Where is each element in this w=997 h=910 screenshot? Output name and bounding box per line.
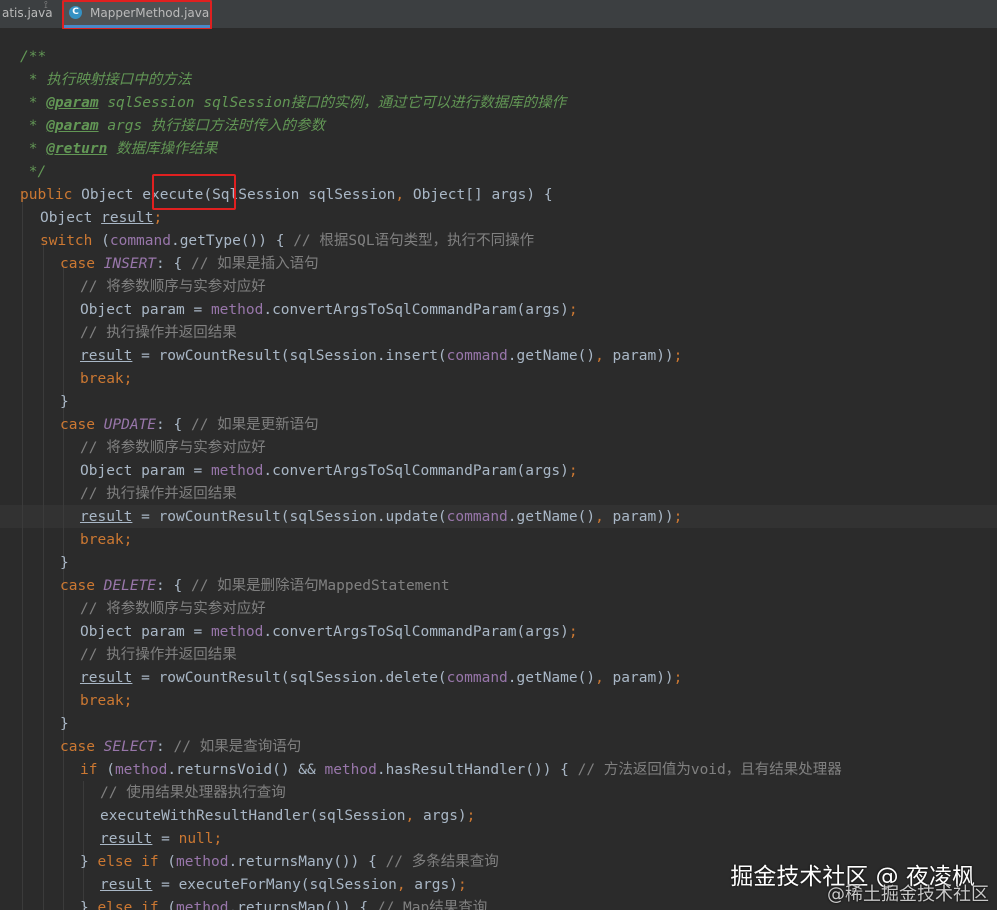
code-line: // 将参数顺序与实参对应好 (80, 601, 266, 617)
code-line: * @param sqlSession sqlSession接口的实例，通过它可… (20, 95, 567, 111)
code-line: } (60, 555, 69, 571)
code-line: break; (80, 532, 133, 548)
code-line: Object param = method.convertArgsToSqlCo… (80, 624, 578, 640)
code-line: * 执行映射接口中的方法 (20, 72, 192, 88)
code-line: case INSERT: { // 如果是插入语句 (60, 256, 319, 272)
indent-guide (43, 241, 44, 910)
code-line: case SELECT: // 如果是查询语句 (60, 739, 302, 755)
code-line: case UPDATE: { // 如果是更新语句 (60, 417, 319, 433)
annotation-highlight-box (152, 174, 236, 210)
code-line: * @return 数据库操作结果 (20, 141, 218, 157)
code-line: break; (80, 371, 133, 387)
code-line: // 将参数顺序与实参对应好 (80, 279, 266, 295)
tab-label: MapperMethod.java (90, 6, 210, 20)
code-line: } else if (method.returnsMany()) { // 多条… (80, 854, 499, 870)
code-line: Object param = method.convertArgsToSqlCo… (80, 302, 578, 318)
code-line: case DELETE: { // 如果是删除语句MappedStatement (60, 578, 450, 594)
code-line: // 执行操作并返回结果 (80, 325, 237, 341)
editor-tab-bar: atis.java ⟟ C MapperMethod.java (0, 0, 997, 30)
code-line: result = rowCountResult(sqlSession.delet… (80, 670, 683, 686)
code-line: if (method.returnsVoid() && method.hasRe… (80, 762, 842, 778)
code-line: executeWithResultHandler(sqlSession, arg… (100, 808, 476, 824)
method-signature-line: public Object execute(SqlSession sqlSess… (20, 187, 553, 203)
indent-guide (83, 781, 84, 910)
code-line: Object result; (40, 210, 163, 226)
code-line: /** (20, 49, 47, 65)
code-line: result = rowCountResult(sqlSession.inser… (80, 348, 683, 364)
code-line: break; (80, 693, 133, 709)
java-class-icon: C (69, 6, 82, 19)
pin-icon[interactable]: ⟟ (44, 0, 48, 11)
code-line: // 使用结果处理器执行查询 (100, 785, 286, 801)
code-line: // 执行操作并返回结果 (80, 647, 237, 663)
watermark-site: @稀土掘金技术社区 (827, 884, 989, 905)
code-line: switch (command.getType()) { // 根据SQL语句类… (40, 233, 535, 249)
code-line: } else if (method.returnsMap()) { // Map… (80, 900, 488, 910)
code-line: // 执行操作并返回结果 (80, 486, 237, 502)
code-line: result = rowCountResult(sqlSession.updat… (80, 509, 683, 525)
code-line: // 将参数顺序与实参对应好 (80, 440, 266, 456)
indent-guide (22, 195, 23, 910)
code-line: } (60, 394, 69, 410)
tab-inactive[interactable]: atis.java (0, 0, 58, 26)
code-line: result = null; (100, 831, 223, 847)
tab-active[interactable]: C MapperMethod.java (62, 0, 212, 28)
code-line: Object param = method.convertArgsToSqlCo… (80, 463, 578, 479)
code-line: } (60, 716, 69, 732)
code-line: */ (20, 164, 47, 180)
code-line: * @param args 执行接口方法时传入的参数 (20, 118, 325, 134)
code-editor[interactable]: /** * 执行映射接口中的方法 * @param sqlSession sql… (0, 29, 997, 910)
code-line: result = executeForMany(sqlSession, args… (100, 877, 467, 893)
